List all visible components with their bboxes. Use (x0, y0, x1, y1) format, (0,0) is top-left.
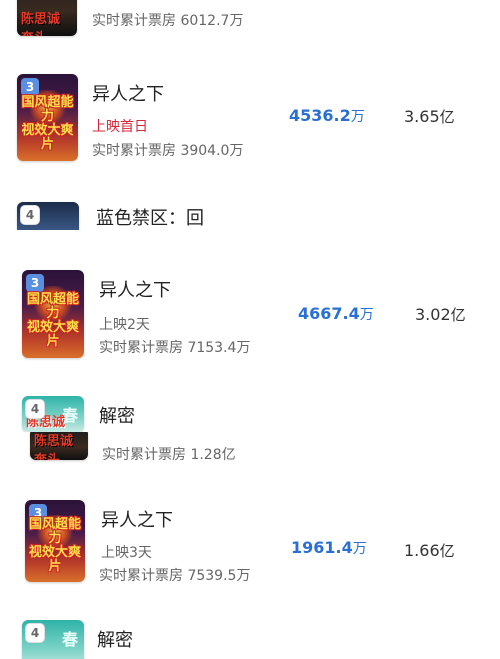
poster-title-text: 陈思诚 奔头 (21, 12, 61, 36)
movie-title: 解密 (97, 630, 133, 651)
movie-poster: 春 4 (22, 620, 84, 659)
daily-box-office: 1961.4万 (291, 538, 367, 557)
cumulative-box-office: 实时累计票房 3904.0万 (92, 143, 244, 159)
cumulative-box-office: 实时累计票房 7153.4万 (99, 340, 251, 356)
total-box-office: 3.65亿 (404, 107, 455, 126)
cumulative-box-office: 实时累计票房 1.28亿 (102, 447, 236, 463)
movie-title: 异人之下 (101, 510, 173, 531)
movie-row-clipped[interactable]: 4 蓝色禁区：回 (0, 198, 500, 230)
rank-badge: 4 (26, 400, 44, 418)
rank-badge: 3 (21, 78, 39, 96)
movie-title: 解密 (99, 406, 135, 427)
release-status: 上映3天 (101, 545, 152, 561)
movie-poster: 3 国风超能力 视效大爽片 (17, 74, 78, 161)
movie-title: 蓝色禁区：回 (96, 208, 204, 229)
total-box-office: 1.66亿 (404, 541, 455, 560)
release-status: 上映2天 (99, 317, 150, 333)
movie-poster: 春 陈思诚 4 (22, 396, 84, 432)
release-status: 上映首日 (92, 119, 148, 135)
movie-poster: 3 国风超能力 视效大爽片 (22, 270, 84, 358)
poster-title-text: 陈思诚 奔头 (34, 434, 74, 460)
movie-row[interactable]: 3 国风超能力 视效大爽片 异人之下 上映首日 实时累计票房 3904.0万 4… (0, 74, 500, 166)
cumulative-box-office: 实时累计票房 7539.5万 (99, 568, 251, 584)
rank-badge: 4 (21, 206, 39, 224)
movie-row[interactable]: 3 国风超能力 视效大爽片 异人之下 上映3天 实时累计票房 7539.5万 1… (0, 500, 500, 586)
movie-poster: 陈思诚 奔头 (17, 0, 77, 36)
movie-row[interactable]: 3 国风超能力 视效大爽片 异人之下 上映2天 实时累计票房 7153.4万 4… (0, 270, 500, 362)
movie-title: 异人之下 (92, 84, 164, 105)
poster-tagline: 国风超能力 视效大爽片 (21, 95, 74, 153)
rank-badge: 3 (26, 274, 44, 292)
total-box-office: 3.02亿 (415, 305, 466, 324)
poster-mark: 春 (61, 630, 78, 649)
movie-row[interactable]: 春 陈思诚 4 解密 (0, 396, 500, 432)
movie-row-partial-bottom[interactable]: 春 4 解密 (0, 620, 500, 659)
cumulative-box-office: 实时累计票房 6012.7万 (92, 13, 244, 29)
movie-poster: 3 国风超能力 视效大爽片 (25, 500, 85, 582)
movie-poster: 陈思诚 奔头 (30, 432, 88, 460)
poster-tagline: 国风超能力 视效大爽片 (26, 292, 79, 350)
daily-box-office: 4667.4万 (298, 304, 374, 323)
rank-badge: 4 (26, 624, 44, 642)
movie-title: 异人之下 (99, 280, 171, 301)
movie-row-fragment[interactable]: 陈思诚 奔头 实时累计票房 1.28亿 (0, 432, 500, 466)
movie-row-partial-top[interactable]: 陈思诚 奔头 实时累计票房 6012.7万 (0, 0, 500, 40)
movie-poster: 4 (17, 202, 79, 230)
daily-box-office: 4536.2万 (289, 106, 365, 125)
poster-tagline: 国风超能力 视效大爽片 (28, 516, 81, 574)
